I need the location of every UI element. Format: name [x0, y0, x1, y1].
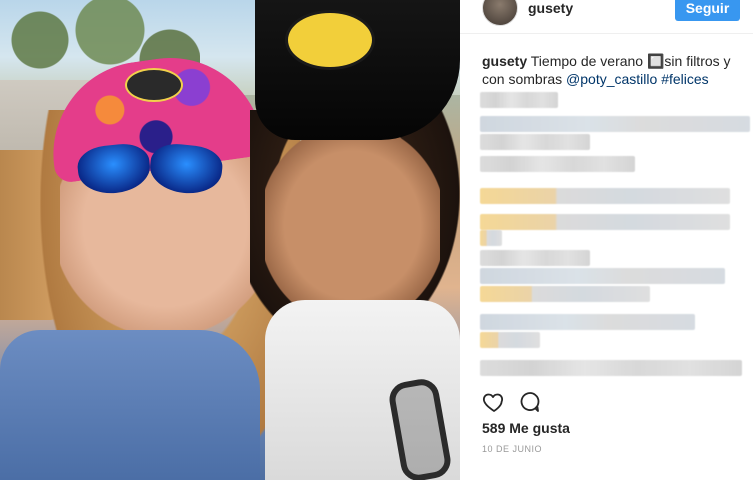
- caption-username[interactable]: gusety: [482, 53, 527, 69]
- blurred-comment-line: [480, 250, 590, 266]
- blurred-comment-line: [480, 286, 650, 302]
- follow-button[interactable]: Seguir: [675, 0, 740, 21]
- avatar[interactable]: [482, 0, 518, 26]
- post-date: 10 DE JUNIO: [482, 444, 543, 454]
- blurred-comment-line: [480, 156, 635, 172]
- photo-man-face: [265, 130, 440, 320]
- post-photo[interactable]: [0, 0, 460, 480]
- blurred-comment-line: [480, 92, 558, 108]
- likes-count[interactable]: 589 Me gusta: [482, 420, 570, 436]
- post-caption: gusety Tiempo de verano 🔲sin filtros y c…: [482, 52, 744, 88]
- blurred-comment-line: [480, 134, 590, 150]
- photo-woman-cap-logo: [125, 68, 183, 102]
- blurred-comment-line: [480, 268, 725, 284]
- caption-hashtag-link[interactable]: #felices: [661, 71, 708, 87]
- blurred-comment-line: [480, 332, 540, 348]
- caption-mention-link[interactable]: @poty_castillo: [566, 71, 657, 87]
- blurred-comment-line: [480, 188, 730, 204]
- post-header: gusety Seguir: [460, 0, 753, 34]
- username[interactable]: gusety: [528, 0, 573, 16]
- blurred-comment-line: [480, 314, 695, 330]
- blurred-comment-line: [480, 360, 742, 376]
- photo-man-cap-logo: [285, 10, 375, 70]
- post-side-panel: gusety Seguir gusety Tiempo de verano 🔲s…: [460, 0, 753, 480]
- blurred-comment-line: [480, 214, 730, 230]
- heart-icon[interactable]: [482, 390, 506, 414]
- blurred-comment-line: [480, 230, 502, 246]
- blurred-comments: [480, 92, 750, 392]
- blurred-comment-line: [480, 116, 750, 132]
- comment-icon[interactable]: [518, 390, 542, 414]
- photo-woman-shirt: [0, 330, 260, 480]
